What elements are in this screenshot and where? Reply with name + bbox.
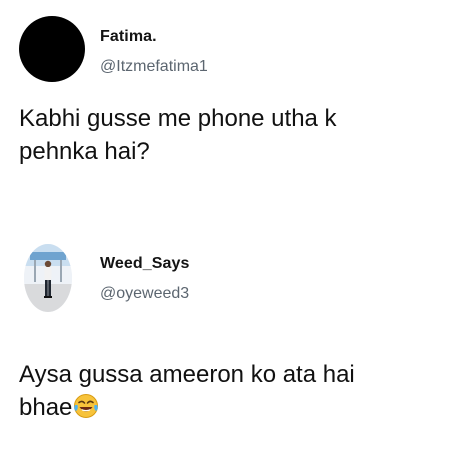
handle[interactable]: @Itzmefatima1	[100, 58, 208, 76]
display-name[interactable]: Fatima.	[100, 28, 157, 46]
display-name[interactable]: Weed_Says	[100, 255, 190, 273]
tweet-2: Weed_Says @oyeweed3 Aysa gussa ameeron k…	[0, 228, 450, 450]
handle[interactable]: @oyeweed3	[100, 285, 189, 303]
avatar[interactable]	[24, 244, 72, 312]
tweet-text: Aysa gussa ameeron ko ata hai bhae	[19, 358, 359, 424]
face-with-tears-of-joy-icon	[74, 394, 99, 418]
tweet-text: Kabhi gusse me phone utha k pehnka hai?	[19, 105, 337, 165]
avatar[interactable]	[19, 16, 85, 82]
tweet-text-content: Aysa gussa ameeron ko ata hai bhae	[19, 361, 355, 421]
tweet-1: Fatima. @Itzmefatima1 Kabhi gusse me pho…	[0, 0, 450, 200]
person-photo-avatar-icon	[24, 244, 72, 312]
